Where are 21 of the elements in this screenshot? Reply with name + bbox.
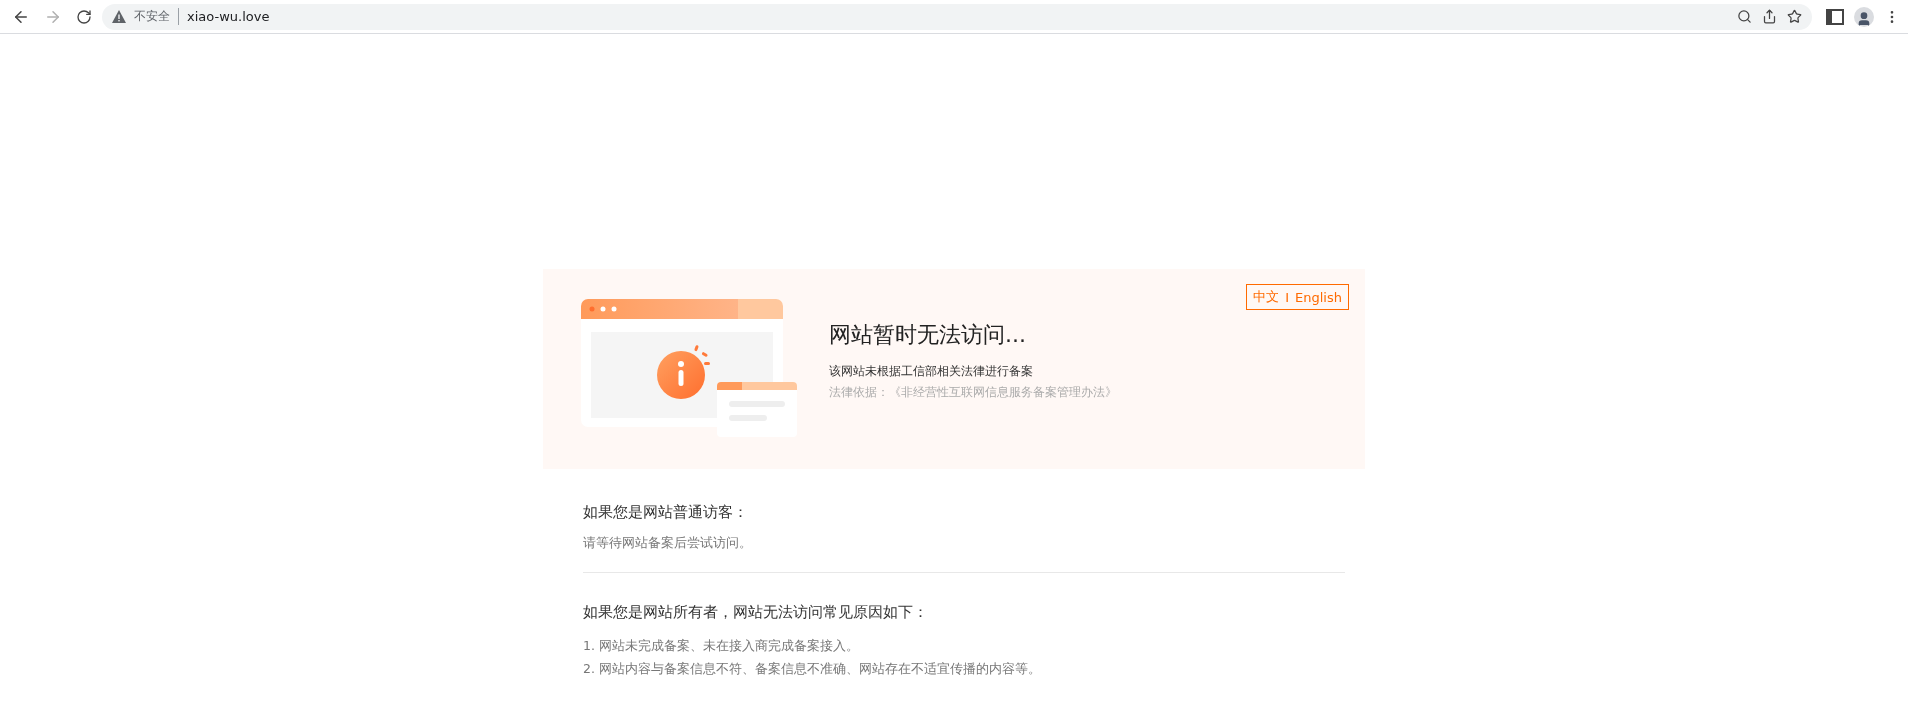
language-separator: I <box>1285 289 1290 305</box>
bookmark-star-icon[interactable] <box>1787 9 1802 24</box>
legal-basis-text: 法律依据：《非经营性互联网信息服务备案管理办法》 <box>829 385 1117 400</box>
language-link[interactable]: 中文 <box>1253 288 1280 306</box>
share-icon[interactable] <box>1762 9 1777 24</box>
reason-list-item: 1. 网站未完成备案、未在接入商完成备案接入。 <box>583 637 860 655</box>
reason-list-item: 2. 网站内容与备案信息不符、备案信息不准确、网站存在不适宜传播的内容等。 <box>583 660 1042 678</box>
url-text: xiao-wu.love <box>187 9 270 24</box>
section-heading: 如果您是网站普通访客： <box>583 503 749 522</box>
security-label: 不安全 <box>134 8 179 25</box>
advice-text: 请等待网站备案后尝试访问。 <box>583 534 753 552</box>
notice-reason: 该网站未根据工信部相关法律进行备案 <box>829 364 1034 379</box>
reload-icon <box>76 8 92 25</box>
warning-icon <box>112 10 126 23</box>
side-panel-icon[interactable] <box>1826 8 1844 25</box>
section-heading: 如果您是网站所有者，网站无法访问常见原因如下： <box>583 603 929 622</box>
profile-avatar[interactable] <box>1854 6 1874 27</box>
notice-title: 网站暂时无法访问... <box>829 321 1027 349</box>
address-bar[interactable]: 不安全 xiao-wu.love <box>102 3 1812 30</box>
language-link[interactable]: English <box>1295 289 1342 305</box>
search-icon[interactable] <box>1737 9 1752 24</box>
